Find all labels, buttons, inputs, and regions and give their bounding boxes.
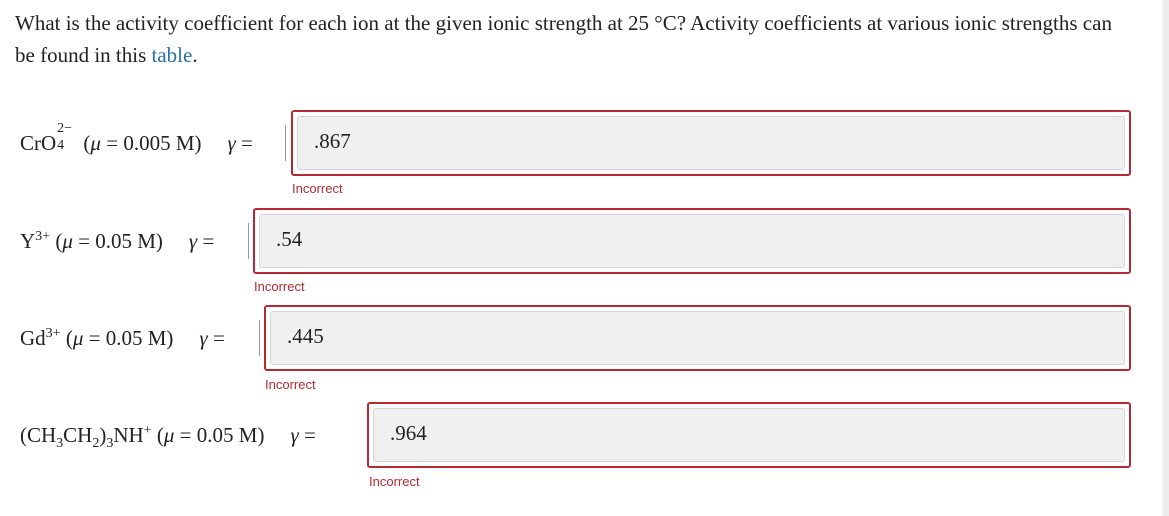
answer-input-gadolinium[interactable]: .445: [270, 311, 1125, 365]
question-text: What is the activity coefficient for eac…: [15, 11, 1112, 67]
table-link[interactable]: table: [152, 43, 193, 67]
ion-label-triethylammonium: (CH3CH2)3NH+ (μ = 0.05 M) γ =: [20, 423, 316, 451]
answer-input-triethylammonium[interactable]: .964: [373, 408, 1125, 462]
answer-input-chromate[interactable]: .867: [297, 116, 1125, 170]
scrollbar-track[interactable]: [1163, 0, 1169, 516]
field-divider: [285, 125, 286, 161]
ion-label-gadolinium: Gd3+ (μ = 0.05 M) γ =: [20, 326, 225, 350]
field-divider: [259, 320, 260, 356]
status-incorrect: Incorrect: [292, 181, 343, 196]
answer-row-gadolinium: Gd3+ (μ = 0.05 M) γ = .445 Incorrect: [0, 305, 1140, 392]
answer-row-triethylammonium: (CH3CH2)3NH+ (μ = 0.05 M) γ = .964 Incorr…: [0, 402, 1140, 489]
answer-field-frame: .445: [264, 305, 1131, 371]
ion-label-chromate: CrO 2− 4 (μ = 0.005 M) γ =: [20, 121, 253, 156]
answer-input-yttrium[interactable]: .54: [259, 214, 1125, 268]
field-divider: [248, 223, 249, 259]
answer-field-frame: .54: [253, 208, 1131, 274]
status-incorrect: Incorrect: [369, 474, 420, 489]
answer-row-yttrium: Y3+ (μ = 0.05 M) γ = .54 Incorrect: [0, 208, 1140, 294]
status-incorrect: Incorrect: [254, 279, 305, 294]
status-incorrect: Incorrect: [265, 377, 316, 392]
ion-label-yttrium: Y3+ (μ = 0.05 M) γ =: [20, 229, 215, 253]
answer-row-chromate: CrO 2− 4 (μ = 0.005 M) γ = .867 Incorrect: [0, 110, 1140, 196]
answer-field-frame: .964: [367, 402, 1131, 468]
answer-field-frame: .867: [291, 110, 1131, 176]
